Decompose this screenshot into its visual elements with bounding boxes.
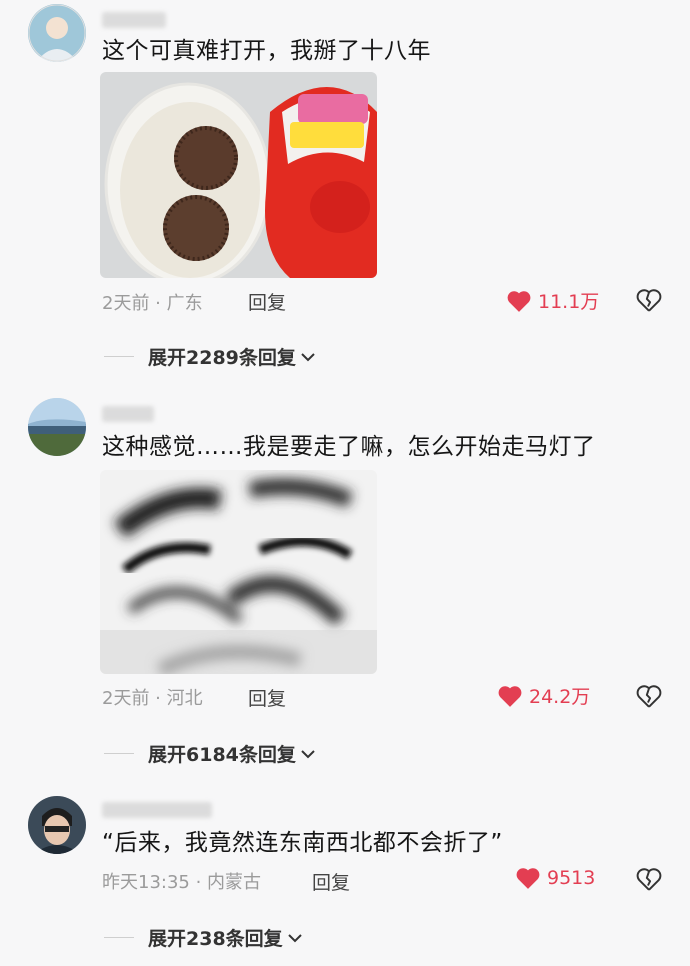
like-count: 24.2万 bbox=[529, 686, 591, 708]
broken-heart-icon[interactable] bbox=[636, 866, 662, 892]
divider bbox=[104, 937, 134, 938]
divider bbox=[104, 753, 134, 754]
username[interactable] bbox=[102, 802, 212, 818]
reply-button[interactable]: 回复 bbox=[248, 684, 286, 711]
expand-label: 展开6184条回复 bbox=[148, 744, 296, 766]
heart-icon bbox=[507, 290, 531, 312]
username[interactable] bbox=[102, 12, 166, 28]
comment-image[interactable] bbox=[100, 470, 377, 674]
heart-icon bbox=[498, 685, 522, 707]
avatar[interactable] bbox=[28, 796, 86, 854]
reply-button[interactable]: 回复 bbox=[312, 868, 350, 895]
chevron-down-icon bbox=[287, 933, 302, 942]
broken-heart-icon[interactable] bbox=[636, 287, 662, 313]
comment-text: “后来，我竟然连东南西北都不会折了” bbox=[102, 830, 503, 856]
broken-heart-icon[interactable] bbox=[636, 683, 662, 709]
expand-label: 展开238条回复 bbox=[148, 928, 283, 950]
username[interactable] bbox=[102, 406, 154, 422]
expand-replies-button[interactable]: 展开2289条回复 bbox=[104, 343, 316, 370]
heart-icon bbox=[516, 868, 540, 889]
like-button[interactable]: 9513 bbox=[515, 866, 595, 890]
divider bbox=[104, 356, 134, 357]
like-button[interactable]: 11.1万 bbox=[506, 287, 599, 314]
expand-replies-button[interactable]: 展开238条回复 bbox=[104, 924, 303, 951]
comment-meta: 2天前 · 广东 bbox=[102, 293, 203, 314]
comment-3: “后来，我竟然连东南西北都不会折了” 昨天13:35 · 内蒙古 回复 9513… bbox=[0, 788, 690, 966]
expand-replies-button[interactable]: 展开6184条回复 bbox=[104, 740, 316, 767]
comment-text: 这种感觉……我是要走了嘛，怎么开始走马灯了 bbox=[102, 434, 596, 460]
like-button[interactable]: 24.2万 bbox=[497, 682, 590, 709]
expand-label: 展开2289条回复 bbox=[148, 347, 296, 369]
comment-image[interactable] bbox=[100, 72, 377, 278]
chevron-down-icon bbox=[301, 749, 315, 758]
avatar[interactable] bbox=[28, 398, 86, 456]
like-count: 9513 bbox=[547, 867, 596, 889]
chevron-down-icon bbox=[301, 352, 315, 361]
comment-text: 这个可真难打开，我掰了十八年 bbox=[102, 38, 431, 64]
reply-button[interactable]: 回复 bbox=[248, 288, 286, 315]
comment-1: 这个可真难打开，我掰了十八年 2天前 · 广东 回复 11.1万 展开2289条… bbox=[0, 0, 690, 390]
comment-2: 这种感觉……我是要走了嘛，怎么开始走马灯了 2天前 · 河北 回复 24.2万 … bbox=[0, 390, 690, 788]
comment-meta: 昨天13:35 · 内蒙古 bbox=[102, 872, 262, 893]
comment-meta: 2天前 · 河北 bbox=[102, 688, 203, 709]
avatar[interactable] bbox=[28, 4, 86, 62]
like-count: 11.1万 bbox=[538, 291, 600, 313]
